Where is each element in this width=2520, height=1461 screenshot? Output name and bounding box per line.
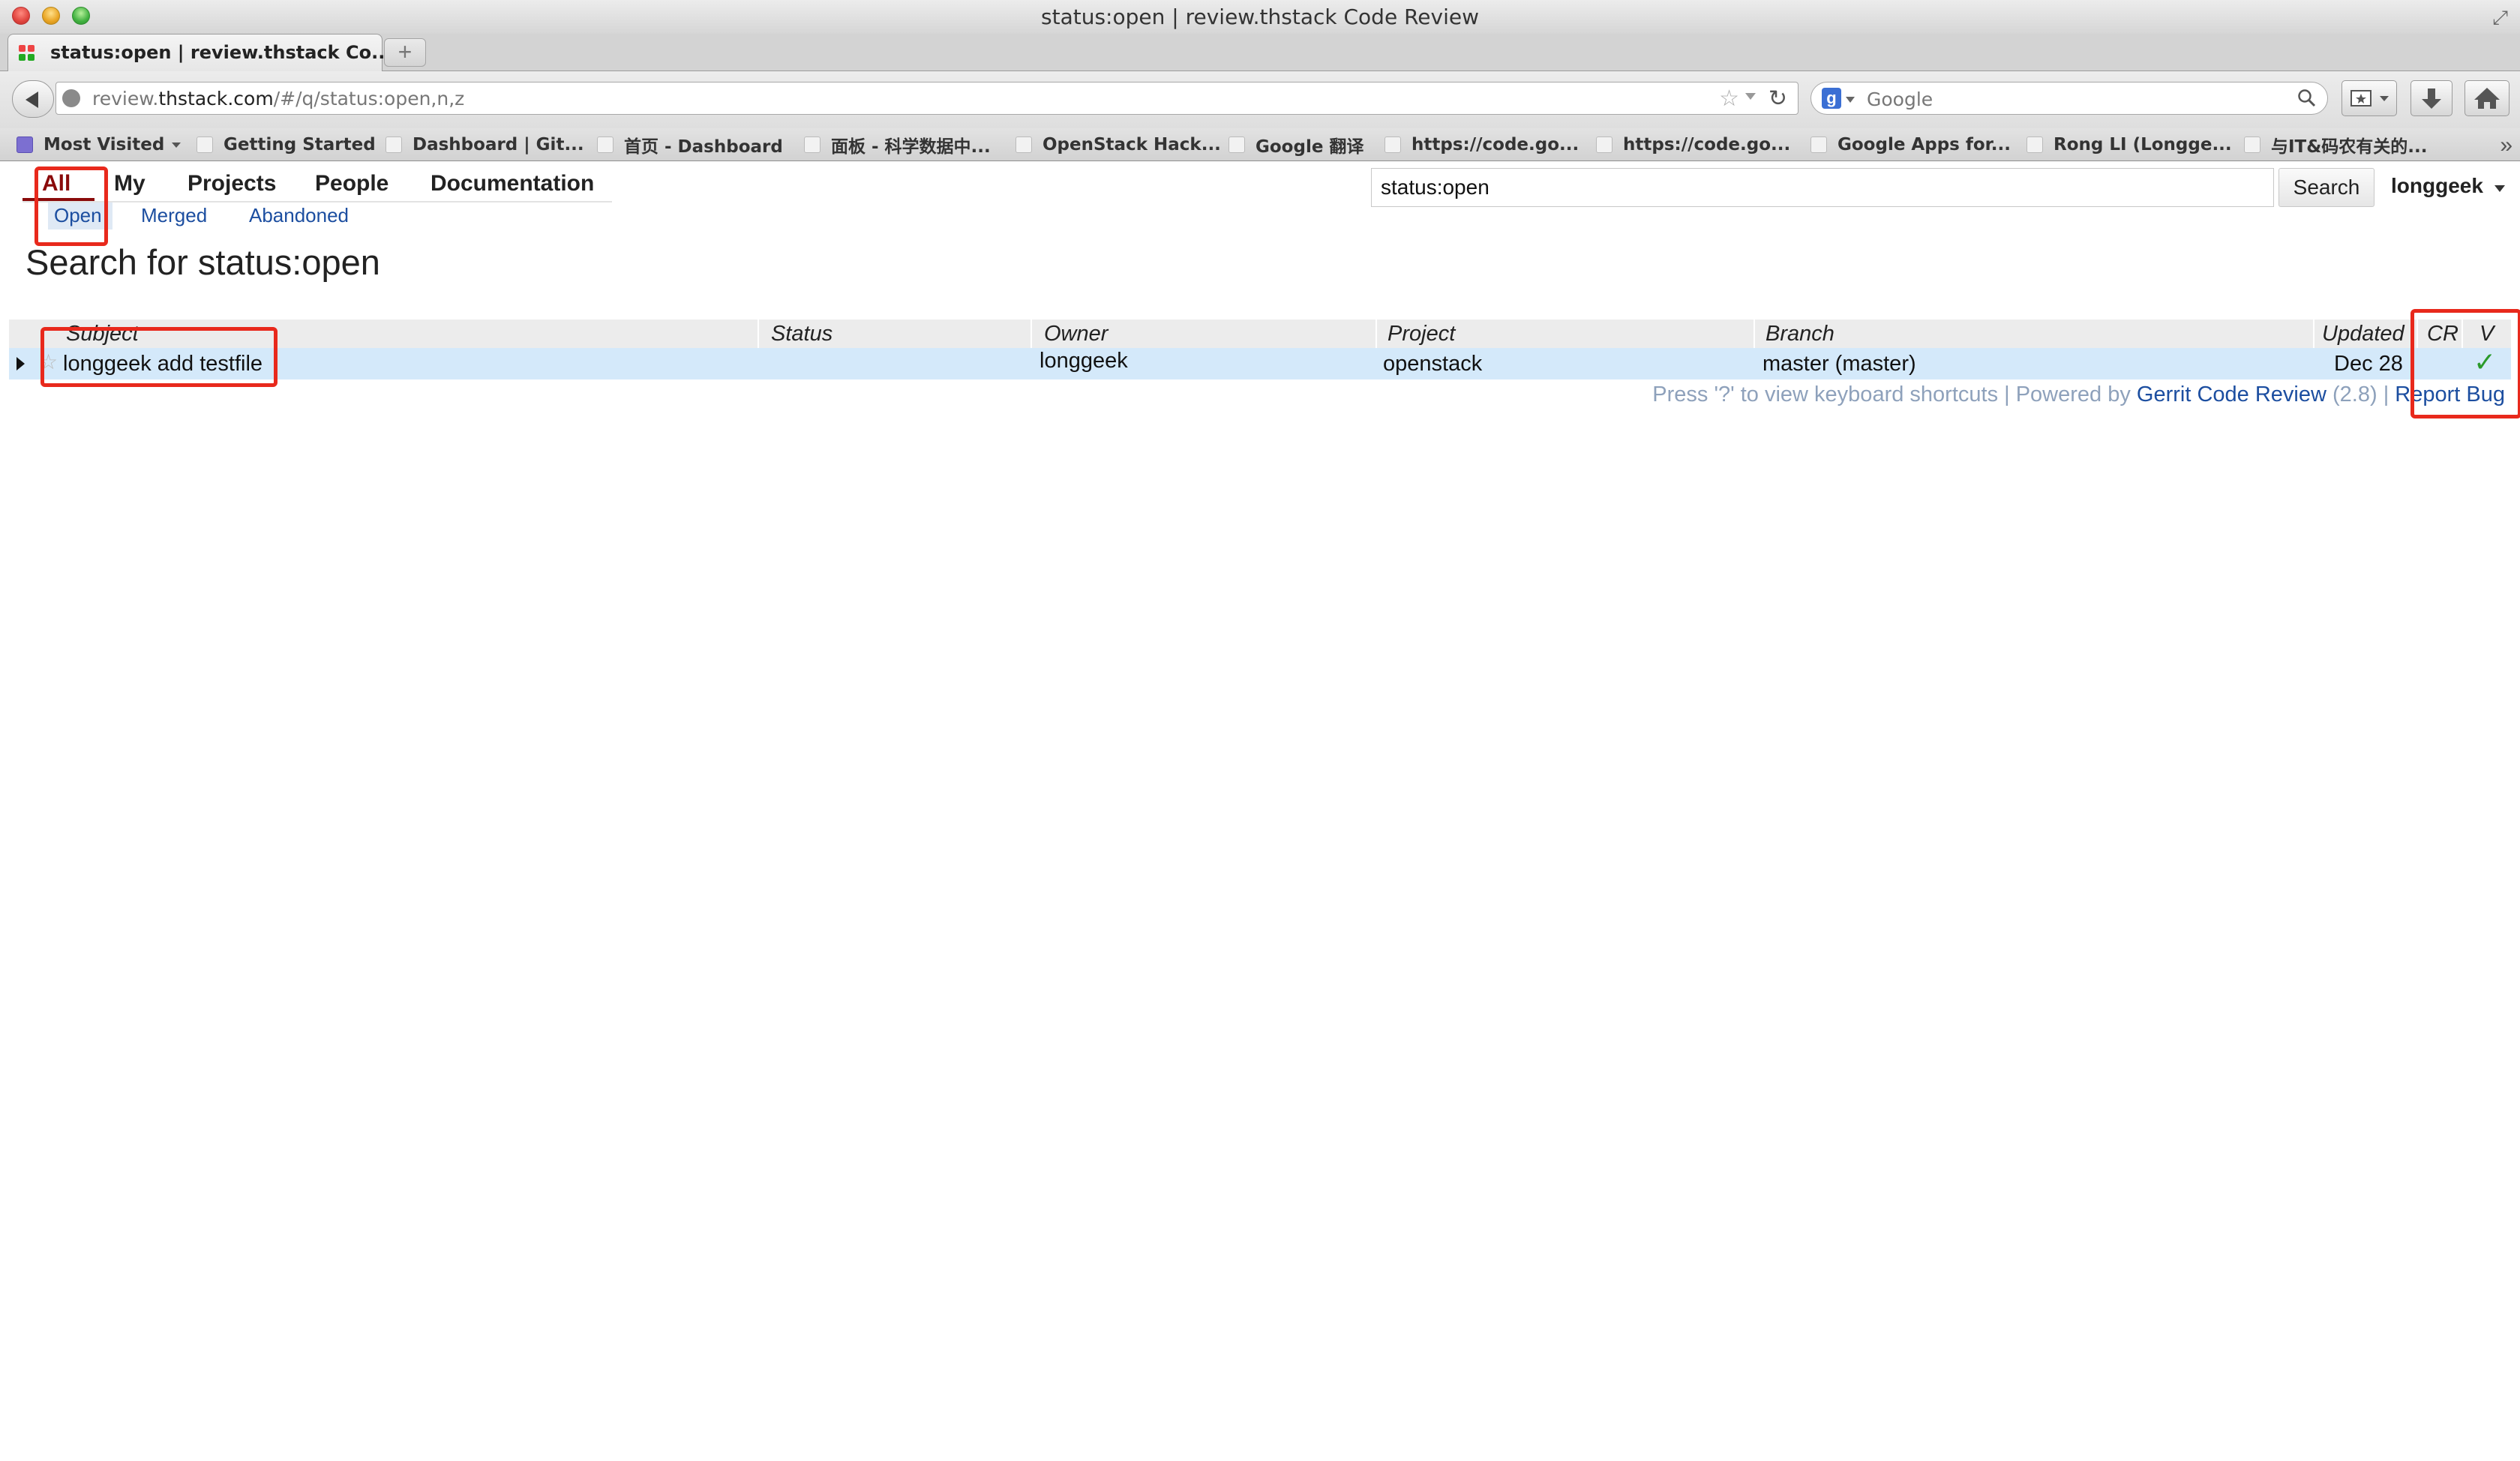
bookmark-favicon-icon [1384, 136, 1401, 153]
chevron-overflow-icon[interactable]: » [2500, 133, 2512, 158]
bookmark-item[interactable]: OpenStack Hack... [1016, 128, 1221, 161]
column-divider [2313, 320, 2314, 348]
column-divider [758, 320, 759, 348]
cell-updated: Dec 28 [2334, 352, 2403, 376]
gerrit-favicon-icon [19, 45, 35, 62]
navigation-toolbar: review.thstack.com/#/q/status:open,n,z ☆… [0, 71, 2520, 128]
home-icon [2474, 88, 2500, 109]
download-arrow-icon [2422, 88, 2441, 109]
bookmark-favicon-icon [597, 136, 614, 153]
annotation-box-menu [34, 166, 108, 246]
submenu-merged[interactable]: Merged [141, 204, 207, 227]
url-history-dropdown-icon[interactable] [1745, 93, 1756, 100]
bookmark-favicon-icon [804, 136, 820, 153]
footer-version: (2.8) | [2326, 382, 2396, 406]
page-title: Search for status:open [26, 242, 380, 282]
annotation-box-subject [40, 327, 278, 387]
most-visited-icon [16, 136, 33, 153]
bookmark-favicon-icon [1596, 136, 1612, 153]
window-titlebar: status:open | review.thstack Code Review… [0, 0, 2520, 34]
home-button[interactable] [2464, 80, 2510, 116]
bookmark-most-visited[interactable]: Most Visited [16, 128, 182, 161]
bookmark-star-icon[interactable]: ☆ [1719, 86, 1739, 112]
cell-project[interactable]: openstack [1383, 348, 1482, 380]
tab-active[interactable]: status:open | review.thstack Co... [8, 34, 392, 71]
bookmark-favicon-icon [196, 136, 213, 153]
column-header-status[interactable]: Status [771, 320, 832, 348]
bookmark-item[interactable]: 面板 - 科学数据中... [804, 128, 991, 161]
bookmark-item[interactable]: Rong LI (Longge... [2026, 128, 2232, 161]
back-arrow-icon [26, 92, 38, 108]
bookmark-favicon-icon [1810, 136, 1827, 153]
row-pointer-icon [16, 357, 25, 370]
annotation-box-review-columns [2410, 309, 2520, 418]
bookmarks-icon [2350, 90, 2389, 106]
new-tab-button[interactable]: + [384, 38, 426, 67]
bookmark-item[interactable]: Getting Started [196, 128, 376, 161]
bookmark-item[interactable]: Dashboard | Git... [386, 128, 584, 161]
bookmark-favicon-icon [386, 136, 402, 153]
bookmark-favicon-icon [1016, 136, 1032, 153]
column-header-updated[interactable]: Updated [2322, 320, 2404, 348]
menu-documentation[interactable]: Documentation [430, 171, 594, 196]
fullscreen-icon[interactable]: ⤢ [2492, 6, 2508, 30]
menu-projects[interactable]: Projects [188, 171, 276, 196]
chevron-down-icon[interactable] [2494, 185, 2505, 192]
browser-search-placeholder[interactable]: Google [1867, 88, 1933, 110]
bookmark-item[interactable]: https://code.go... [1384, 128, 1579, 161]
column-divider [1376, 320, 1377, 348]
column-divider [1030, 320, 1032, 348]
column-header-project[interactable]: Project [1388, 320, 1455, 348]
bookmark-item[interactable]: Google 翻译 [1228, 128, 1364, 161]
table-row[interactable]: ☆ longgeek add testfile longgeek opensta… [9, 345, 2511, 380]
table-header: Subject Status Owner Project Branch Upda… [9, 320, 2511, 348]
menu-my[interactable]: My [114, 171, 146, 196]
reload-icon[interactable]: ↻ [1768, 86, 1787, 112]
bookmark-favicon-icon [1228, 136, 1245, 153]
bookmark-favicon-icon [2026, 136, 2043, 153]
bookmarks-toolbar: Most Visited Getting Started Dashboard |… [0, 128, 2520, 161]
bookmark-item[interactable]: 与IT&码农有关的... [2244, 128, 2428, 161]
column-header-branch[interactable]: Branch [1766, 320, 1834, 348]
menu-people[interactable]: People [315, 171, 388, 196]
bookmark-item[interactable]: https://code.go... [1596, 128, 1790, 161]
user-menu[interactable]: longgeek [2391, 174, 2483, 198]
url-text[interactable]: review.thstack.com/#/q/status:open,n,z [92, 88, 464, 110]
engine-dropdown-icon[interactable] [1846, 97, 1855, 103]
google-engine-icon[interactable]: g [1822, 88, 1841, 109]
browser-search-bar[interactable]: g Google [1810, 82, 2328, 115]
column-divider [1754, 320, 1755, 348]
cell-owner[interactable]: longgeek [1040, 345, 1128, 376]
page-footer: Press '?' to view keyboard shortcuts | P… [1652, 382, 2505, 407]
footer-shortcuts-text: Press '?' to view keyboard shortcuts | P… [1652, 382, 2137, 406]
tab-title: status:open | review.thstack Co... [50, 42, 392, 63]
url-bar[interactable]: review.thstack.com/#/q/status:open,n,z ☆… [56, 82, 1798, 115]
magnifier-icon[interactable] [2297, 88, 2317, 108]
tab-strip: status:open | review.thstack Co... + [0, 34, 2520, 71]
site-identity-icon[interactable] [62, 89, 80, 107]
gerrit-link[interactable]: Gerrit Code Review [2137, 382, 2326, 406]
cell-branch[interactable]: master (master) [1762, 348, 1916, 380]
bookmark-favicon-icon [2244, 136, 2260, 153]
search-query-input[interactable] [1371, 168, 2274, 207]
window-title: status:open | review.thstack Code Review [1041, 4, 1479, 29]
search-button[interactable]: Search [2278, 168, 2374, 207]
bookmark-item[interactable]: 首页 - Dashboard [597, 128, 783, 161]
back-button[interactable] [12, 80, 54, 118]
submenu-abandoned[interactable]: Abandoned [249, 204, 349, 227]
bookmarks-menu-button[interactable] [2342, 80, 2397, 116]
downloads-button[interactable] [2410, 80, 2452, 116]
chevron-down-icon [172, 142, 182, 148]
column-header-owner[interactable]: Owner [1044, 320, 1108, 348]
bookmark-item[interactable]: Google Apps for... [1810, 128, 2011, 161]
